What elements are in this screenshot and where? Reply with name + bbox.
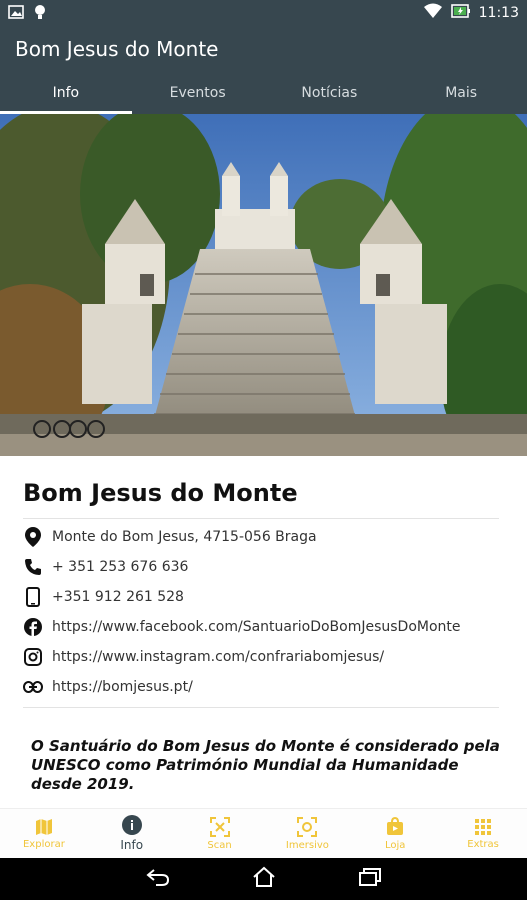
- nav-loja-label: Loja: [385, 839, 406, 851]
- shop-icon: [387, 816, 404, 835]
- website-row[interactable]: https://bomjesus.pt/: [23, 672, 193, 702]
- mobile-text: +351 912 261 528: [52, 589, 184, 605]
- nav-scan[interactable]: Scan: [176, 809, 264, 858]
- recents-icon[interactable]: [358, 867, 382, 892]
- map-icon: [35, 818, 52, 835]
- tab-bar: Info Eventos Notícias Mais: [0, 76, 527, 114]
- divider: [23, 707, 499, 708]
- hero-image: [0, 114, 527, 456]
- bulb-icon: [34, 4, 46, 25]
- system-nav-bar: [0, 858, 527, 900]
- nav-extras[interactable]: Extras: [439, 809, 527, 858]
- scan-icon: [209, 816, 230, 837]
- nav-explorar-label: Explorar: [22, 838, 65, 850]
- place-details: Bom Jesus do Monte Monte do Bom Jesus, 4…: [0, 456, 527, 808]
- mobile-row[interactable]: +351 912 261 528: [23, 582, 184, 612]
- smartphone-icon: [23, 587, 43, 607]
- facebook-link[interactable]: https://www.facebook.com/SantuarioDoBomJ…: [52, 619, 461, 635]
- tab-noticias[interactable]: Notícias: [264, 76, 396, 114]
- location-pin-icon: [23, 527, 43, 547]
- place-title: Bom Jesus do Monte: [23, 479, 298, 507]
- phone-row[interactable]: + 351 253 676 636: [23, 552, 188, 582]
- website-link[interactable]: https://bomjesus.pt/: [52, 679, 193, 695]
- status-bar: 11:13: [0, 0, 527, 24]
- home-icon[interactable]: [252, 866, 276, 893]
- facebook-row[interactable]: https://www.facebook.com/SantuarioDoBomJ…: [23, 612, 461, 642]
- immersive-icon: [297, 816, 318, 837]
- nav-info[interactable]: Info: [88, 809, 176, 858]
- nav-loja[interactable]: Loja: [351, 809, 439, 858]
- instagram-icon: [23, 647, 43, 667]
- nav-imersivo[interactable]: Imersivo: [263, 809, 351, 858]
- sanctuary-photo: [0, 114, 527, 456]
- nav-info-label: Info: [120, 838, 144, 852]
- status-time: 11:13: [478, 4, 519, 21]
- tab-eventos[interactable]: Eventos: [132, 76, 264, 114]
- instagram-row[interactable]: https://www.instagram.com/confrariabomje…: [23, 642, 384, 672]
- app-bar: Bom Jesus do Monte Info Eventos Notícias…: [0, 24, 527, 114]
- tab-info[interactable]: Info: [0, 76, 132, 114]
- nav-imersivo-label: Imersivo: [285, 839, 329, 851]
- back-icon[interactable]: [145, 867, 170, 892]
- wifi-icon: [423, 3, 443, 22]
- nav-extras-label: Extras: [467, 838, 499, 850]
- image-icon: [8, 4, 24, 25]
- tab-mais[interactable]: Mais: [395, 76, 527, 114]
- nav-explorar[interactable]: Explorar: [0, 809, 88, 858]
- bottom-nav: Explorar Info Scan Imersivo Loja Extras: [0, 808, 527, 858]
- phone-icon: [23, 557, 43, 577]
- divider: [23, 518, 499, 519]
- link-icon: [23, 677, 43, 697]
- facebook-icon: [23, 617, 43, 637]
- battery-charging-icon: [450, 3, 471, 22]
- grid-icon: [475, 818, 492, 835]
- app-title: Bom Jesus do Monte: [15, 37, 219, 61]
- place-description: O Santuário do Bom Jesus do Monte é cons…: [31, 737, 500, 793]
- address-text: Monte do Bom Jesus, 4715-056 Braga: [52, 529, 317, 545]
- info-icon: [121, 815, 142, 835]
- instagram-link[interactable]: https://www.instagram.com/confrariabomje…: [52, 649, 384, 665]
- phone-text: + 351 253 676 636: [52, 559, 189, 575]
- address-row[interactable]: Monte do Bom Jesus, 4715-056 Braga: [23, 522, 317, 552]
- nav-scan-label: Scan: [207, 839, 232, 851]
